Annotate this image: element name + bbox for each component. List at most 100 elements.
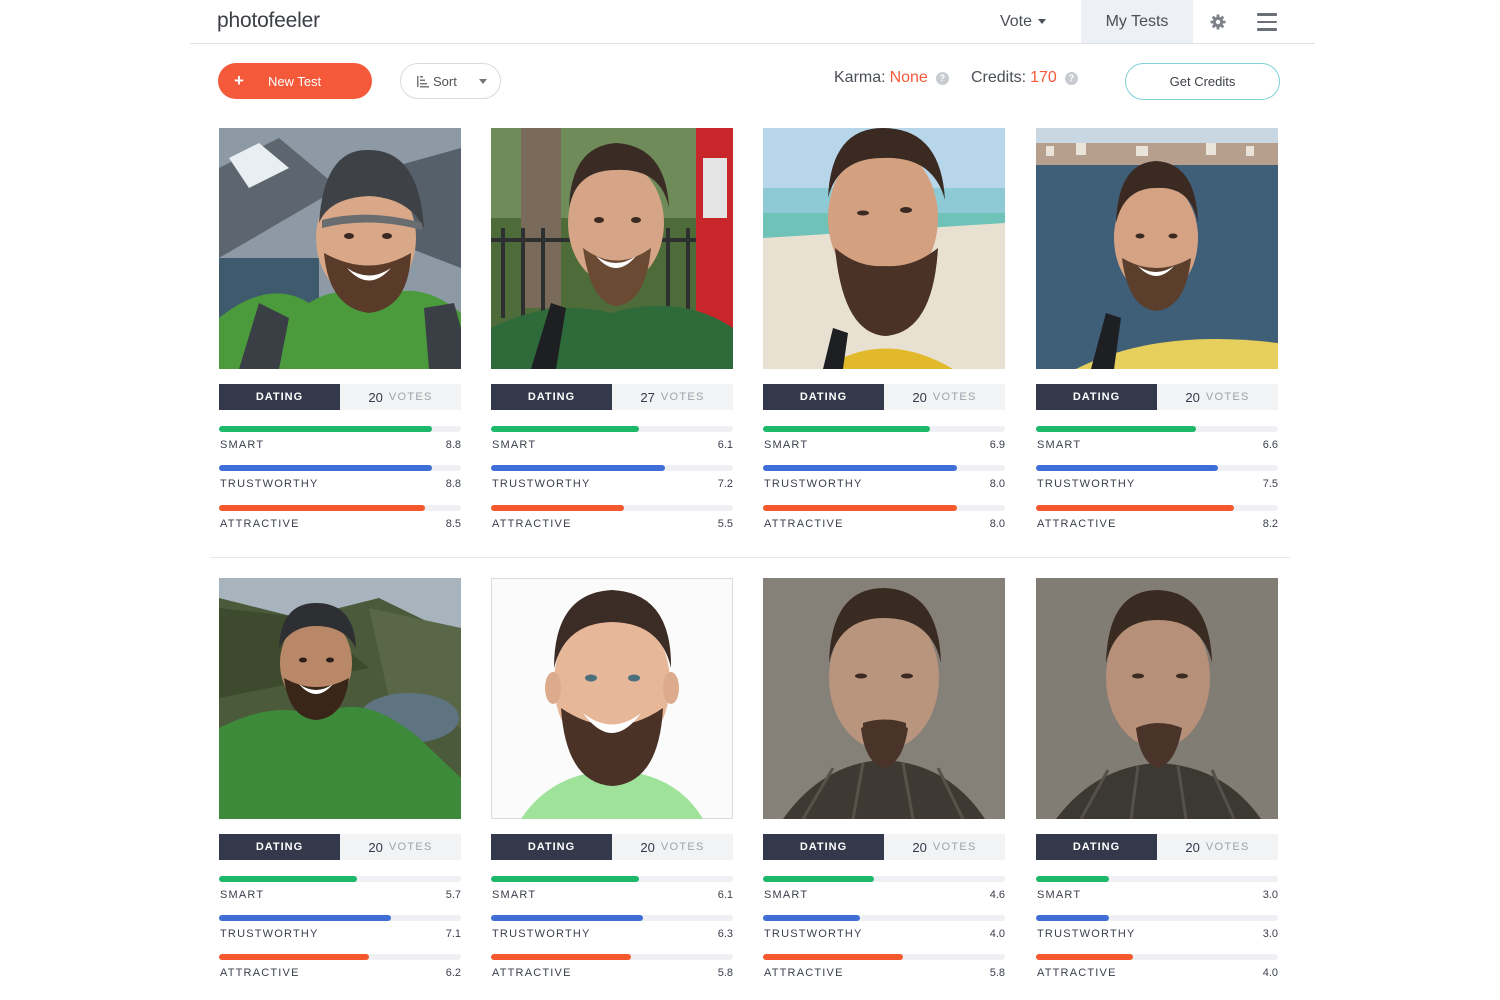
metric-smart: SMART 6.1 — [491, 426, 733, 456]
category-tag: DATING — [763, 384, 884, 410]
metric-value: 8.0 — [989, 518, 1005, 530]
score-bar-track — [219, 426, 461, 432]
chevron-down-icon — [1038, 19, 1047, 24]
metric-value: 4.0 — [1262, 967, 1278, 979]
category-tag: DATING — [219, 834, 340, 860]
metric-value: 3.0 — [1262, 889, 1278, 901]
score-bar-track — [1036, 465, 1278, 471]
score-bar-fill — [219, 915, 391, 921]
score-bar-track — [219, 954, 461, 960]
test-photo[interactable] — [491, 128, 733, 369]
votes-count: 20 VOTES — [884, 834, 1005, 860]
metric-attractive: ATTRACTIVE 5.8 — [763, 954, 1005, 984]
nav-vote-label: Vote — [999, 12, 1033, 30]
metric-value: 4.6 — [989, 889, 1005, 901]
test-photo[interactable] — [1036, 578, 1278, 819]
metric-value: 6.9 — [989, 439, 1005, 451]
metric-smart: SMART 6.9 — [763, 426, 1005, 456]
metric-attractive: ATTRACTIVE 6.2 — [219, 954, 461, 984]
tag-row: DATING 20 VOTES — [763, 834, 1005, 860]
metric-label: TRUSTWORTHY — [220, 478, 319, 490]
menu-icon[interactable] — [1257, 13, 1277, 31]
metric-attractive: ATTRACTIVE 8.0 — [763, 505, 1005, 535]
nav-my-tests[interactable]: My Tests — [1081, 0, 1193, 43]
metric-smart: SMART 6.6 — [1036, 426, 1278, 456]
nav-vote-dropdown[interactable]: Vote — [988, 0, 1058, 43]
score-bar-track — [219, 505, 461, 511]
metric-value: 6.1 — [717, 889, 733, 901]
karma-label: Karma: — [834, 69, 886, 86]
tag-row: DATING 20 VOTES — [219, 834, 461, 860]
category-tag: DATING — [219, 384, 340, 410]
metric-value: 5.5 — [717, 518, 733, 530]
photofeeler-logo[interactable]: photofeeler — [217, 9, 320, 33]
metric-attractive: ATTRACTIVE 8.5 — [219, 505, 461, 535]
category-tag: DATING — [1036, 834, 1157, 860]
score-bar-track — [219, 465, 461, 471]
tag-row: DATING 20 VOTES — [1036, 384, 1278, 410]
test-photo[interactable] — [491, 578, 733, 819]
score-bar-fill — [219, 426, 432, 432]
category-tag: DATING — [491, 834, 612, 860]
metric-value: 8.8 — [445, 478, 461, 490]
score-bar-fill — [763, 915, 860, 921]
metric-smart: SMART 6.1 — [491, 876, 733, 906]
votes-count: 27 VOTES — [612, 384, 733, 410]
metric-value: 5.7 — [445, 889, 461, 901]
help-icon[interactable]: ? — [935, 71, 949, 85]
metric-value: 3.0 — [1262, 928, 1278, 940]
score-bar-fill — [1036, 505, 1235, 511]
score-bar-fill — [491, 915, 644, 921]
metric-value: 8.8 — [445, 439, 461, 451]
tag-row: DATING 20 VOTES — [219, 384, 461, 410]
votes-count: 20 VOTES — [340, 384, 461, 410]
metric-attractive: ATTRACTIVE 5.5 — [491, 505, 733, 535]
help-icon[interactable]: ? — [1064, 71, 1078, 85]
metric-trustworthy: TRUSTWORTHY 3.0 — [1036, 915, 1278, 945]
test-photo[interactable] — [1036, 128, 1278, 369]
metric-label: TRUSTWORTHY — [492, 928, 591, 940]
votes-count: 20 VOTES — [884, 384, 1005, 410]
score-bar-fill — [219, 505, 425, 511]
karma-display: Karma: None ? — [834, 69, 949, 87]
votes-number: 20 — [1185, 389, 1200, 405]
metric-label: SMART — [1037, 439, 1082, 451]
votes-count: 20 VOTES — [1157, 834, 1278, 860]
score-bar-fill — [219, 465, 432, 471]
test-photo[interactable] — [219, 578, 461, 819]
plus-icon: + — [234, 71, 244, 90]
test-photo[interactable] — [219, 128, 461, 369]
metric-label: SMART — [492, 439, 537, 451]
metric-value: 8.5 — [445, 518, 461, 530]
metric-value: 6.1 — [717, 439, 733, 451]
metric-label: TRUSTWORTHY — [1037, 928, 1136, 940]
score-bar-track — [491, 954, 733, 960]
score-bar-track — [763, 505, 1005, 511]
score-bar-track — [219, 915, 461, 921]
score-bar-fill — [1036, 876, 1109, 882]
metric-trustworthy: TRUSTWORTHY 8.8 — [219, 465, 461, 495]
votes-label: VOTES — [932, 841, 977, 853]
test-photo[interactable] — [763, 128, 1005, 369]
tag-row: DATING 20 VOTES — [763, 384, 1005, 410]
metric-value: 7.5 — [1262, 478, 1278, 490]
score-bar-track — [763, 915, 1005, 921]
score-bar-fill — [219, 954, 370, 960]
votes-label: VOTES — [1205, 391, 1250, 403]
score-bar-track — [1036, 505, 1278, 511]
gear-icon[interactable] — [1208, 12, 1228, 32]
score-bar-track — [763, 426, 1005, 432]
new-test-button[interactable]: + New Test — [218, 63, 372, 99]
test-photo[interactable] — [763, 578, 1005, 819]
metric-attractive: ATTRACTIVE 8.2 — [1036, 505, 1278, 535]
score-bar-fill — [491, 465, 666, 471]
get-credits-button[interactable]: Get Credits — [1125, 63, 1280, 100]
credits-value: 170 — [1030, 69, 1057, 86]
category-tag: DATING — [491, 384, 612, 410]
score-bar-track — [491, 465, 733, 471]
metric-label: ATTRACTIVE — [1037, 518, 1117, 530]
sort-dropdown[interactable]: Sort — [400, 63, 501, 99]
metric-trustworthy: TRUSTWORTHY 7.2 — [491, 465, 733, 495]
score-bar-track — [219, 876, 461, 882]
chevron-down-icon — [478, 78, 487, 84]
